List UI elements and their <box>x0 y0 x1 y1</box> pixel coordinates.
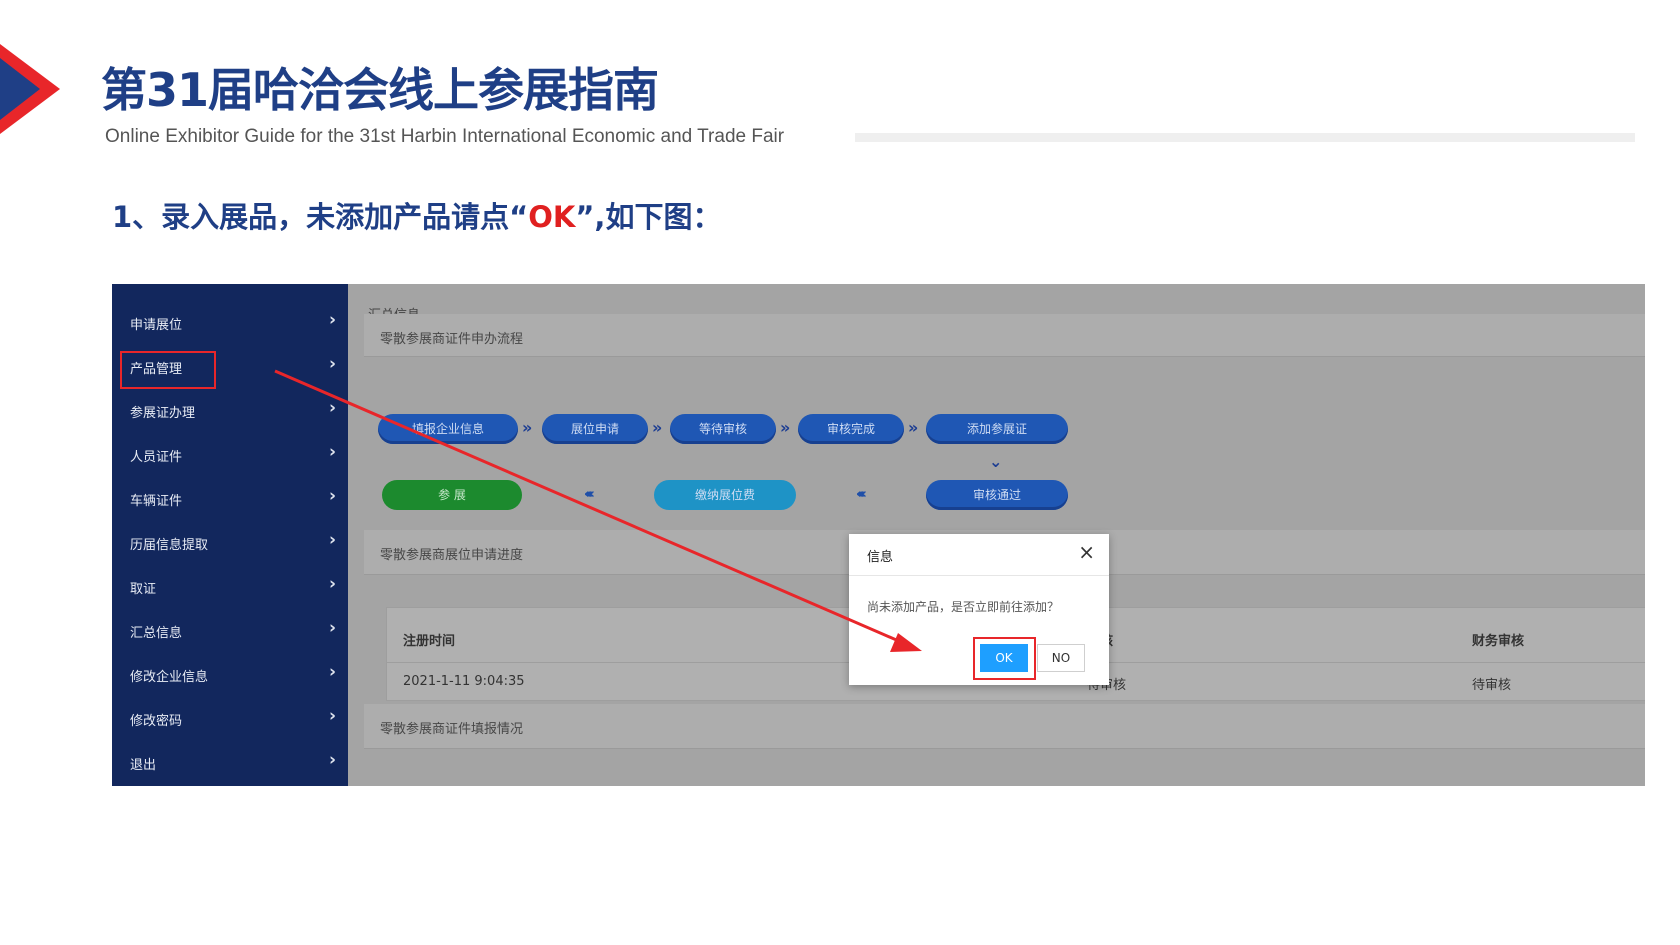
chevron-right-icon: › <box>328 618 336 638</box>
flow-step-fill-company: 填报企业信息 <box>378 414 518 444</box>
sidebar-item-label: 汇总信息 <box>130 626 183 641</box>
flow-step-pay-booth-fee: 缴纳展位费 <box>654 480 796 510</box>
flow-step-apply-booth: 展位申请 <box>542 414 648 444</box>
sidebar-item-label: 退出 <box>130 758 157 773</box>
sidebar-item-history[interactable]: 历届信息提取 › <box>112 520 348 564</box>
sidebar-item-label: 历届信息提取 <box>130 538 209 553</box>
page-subtitle: Online Exhibitor Guide for the 31st Harb… <box>105 126 785 147</box>
double-chevron-right-icon: » <box>780 418 791 437</box>
flow-panel-title: 零散参展商证件申办流程 <box>380 332 524 347</box>
multi-chevron-left-icon: ‹‹‹‹‹ <box>584 487 595 502</box>
flow-step-add-pass: 添加参展证 <box>926 414 1068 444</box>
dialog-divider <box>849 575 1109 576</box>
sidebar-item-change-password[interactable]: 修改密码 › <box>112 696 348 740</box>
sidebar-item-vehicle-pass[interactable]: 车辆证件 › <box>112 476 348 520</box>
no-button[interactable]: NO <box>1037 644 1085 672</box>
chevron-right-icon: › <box>328 398 336 418</box>
sidebar-item-exhibitor-pass[interactable]: 参展证办理 › <box>112 388 348 432</box>
chevron-right-icon: › <box>328 442 336 462</box>
dialog-message: 尚未添加产品，是否立即前往添加？ <box>867 600 1060 614</box>
chevron-right-icon: › <box>328 530 336 550</box>
dialog-title: 信息 <box>867 550 894 565</box>
table-cell-finance-review: 待审核 <box>1472 678 1512 693</box>
cert-panel-title: 零散参展商证件填报情况 <box>380 722 524 737</box>
flow-step-waiting-review: 等待审核 <box>670 414 776 444</box>
chevron-right-icon: › <box>328 706 336 726</box>
sidebar-item-logout[interactable]: 退出 › <box>112 740 348 784</box>
step-text-suffix: ”,如下图： <box>575 200 722 234</box>
sidebar-item-label: 修改企业信息 <box>130 670 209 685</box>
highlight-box-product-management <box>120 351 216 389</box>
sidebar-item-label: 参展证办理 <box>130 406 196 421</box>
sidebar-item-label: 车辆证件 <box>130 494 183 509</box>
subtitle-rule <box>855 133 1635 142</box>
sidebar-item-apply-booth[interactable]: 申请展位 › <box>112 300 348 344</box>
flow-panel-header: 零散参展商证件申办流程 <box>364 314 1645 357</box>
flow-step-exhibit: 参 展 <box>382 480 522 510</box>
sidebar-item-label: 申请展位 <box>130 318 183 333</box>
multi-chevron-left-icon: ‹‹‹‹‹ <box>856 487 867 502</box>
flow-step-review-passed: 审核通过 <box>926 480 1068 510</box>
step-text-ok: OK <box>528 200 576 234</box>
sidebar-item-label: 取证 <box>130 582 157 597</box>
chevron-right-icon: › <box>328 750 336 770</box>
highlight-box-ok <box>973 637 1036 680</box>
table-header-register-time: 注册时间 <box>403 634 456 649</box>
cert-panel-header: 零散参展商证件填报情况 <box>364 704 1645 749</box>
step-text-prefix: 1、录入展品，未添加产品请点“ <box>112 200 529 234</box>
sidebar-item-label: 修改密码 <box>130 714 183 729</box>
double-chevron-right-icon: » <box>522 418 533 437</box>
double-chevron-right-icon: » <box>652 418 663 437</box>
flow-step-review-complete: 审核完成 <box>798 414 904 444</box>
double-chevron-down-icon: ⌄ <box>989 452 1003 471</box>
chevron-right-icon: › <box>328 486 336 506</box>
sidebar-item-label: 人员证件 <box>130 450 183 465</box>
page-title: 第31届哈洽会线上参展指南 <box>101 63 659 117</box>
progress-panel-title: 零散参展商展位申请进度 <box>380 548 524 563</box>
chevron-right-icon: › <box>328 354 336 374</box>
sidebar-item-edit-company[interactable]: 修改企业信息 › <box>112 652 348 696</box>
table-cell-register-time: 2021-1-11 9:04:35 <box>403 674 525 689</box>
corner-chevron-logo <box>0 44 60 134</box>
chevron-right-icon: › <box>328 662 336 682</box>
sidebar-item-staff-pass[interactable]: 人员证件 › <box>112 432 348 476</box>
close-icon[interactable]: × <box>1078 540 1095 564</box>
sidebar-item-summary[interactable]: 汇总信息 › <box>112 608 348 652</box>
chevron-right-icon: › <box>328 574 336 594</box>
sidebar: 申请展位 › 产品管理 › 参展证办理 › 人员证件 › 车辆证件 › 历届信息提取 › 取… <box>112 284 348 786</box>
chevron-right-icon: › <box>328 310 336 330</box>
sidebar-item-collect-pass[interactable]: 取证 › <box>112 564 348 608</box>
double-chevron-right-icon: » <box>908 418 919 437</box>
table-header-finance-review: 财务审核 <box>1472 634 1525 649</box>
step-instruction: 1、录入展品，未添加产品请点“OK”,如下图： <box>112 194 721 236</box>
